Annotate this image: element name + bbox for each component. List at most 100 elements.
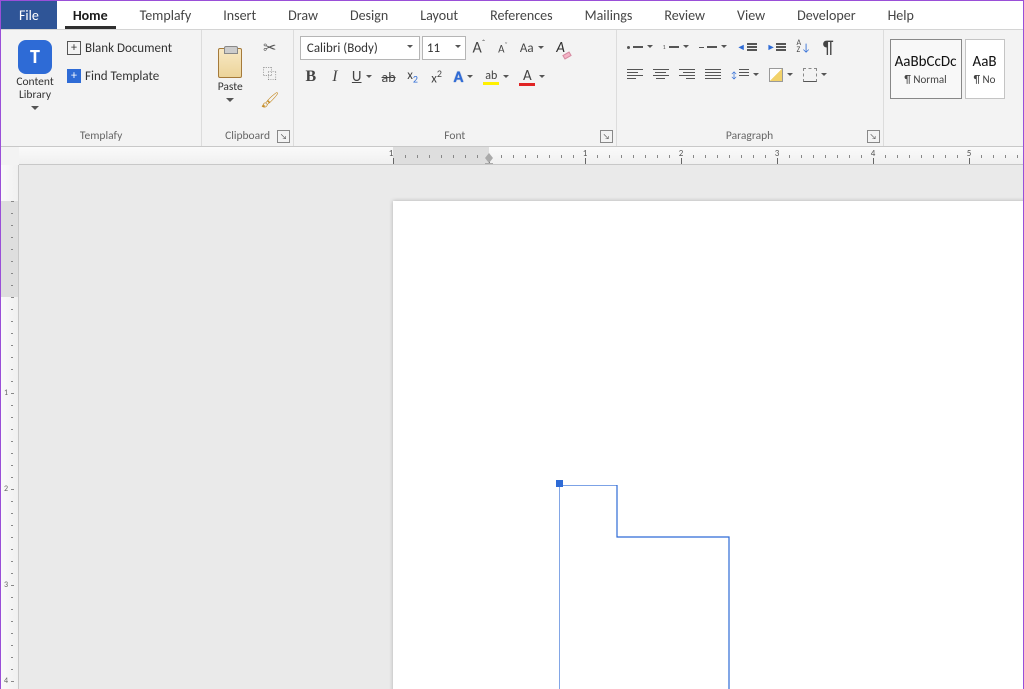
paragraph-dialog-launcher[interactable]: ↘ [867, 130, 880, 143]
decrease-indent-icon: ◄ [737, 42, 757, 53]
sort-button[interactable]: AZ↓ [792, 36, 815, 58]
strikethrough-button[interactable]: ab [378, 66, 400, 88]
brush-icon: 🖌 [260, 91, 279, 110]
italic-icon: I [332, 68, 337, 86]
align-center-button[interactable] [649, 64, 673, 86]
tab-insert[interactable]: Insert [207, 1, 272, 29]
tab-file[interactable]: File [1, 1, 57, 29]
show-marks-button[interactable]: ¶ [817, 36, 839, 58]
text-effects-button[interactable]: A [450, 66, 478, 88]
align-right-icon [679, 69, 695, 82]
bold-button[interactable]: B [300, 66, 322, 88]
justify-button[interactable] [701, 64, 725, 86]
content-library-label: Content Library [16, 76, 53, 102]
blank-document-button[interactable]: + Blank Document [67, 37, 172, 59]
style-preview: AaBbCcDc [895, 53, 957, 71]
style-no-spacing[interactable]: AaB ¶ No [965, 39, 1005, 99]
group-paragraph: 1 ◄ ► AZ↓ ¶ ↕ Paragraph ↘ [617, 30, 884, 146]
shading-icon [769, 68, 783, 82]
shape-handle-start[interactable] [556, 480, 563, 487]
tab-developer[interactable]: Developer [781, 1, 871, 29]
templafy-logo-icon: T [18, 40, 52, 74]
shrink-font-button[interactable]: Aˇ [492, 37, 514, 59]
subscript-button[interactable]: x2 [402, 66, 424, 88]
ribbon-tabs: File Home Templafy Insert Draw Design La… [1, 1, 1023, 30]
tab-draw[interactable]: Draw [272, 1, 334, 29]
tab-templafy[interactable]: Templafy [124, 1, 208, 29]
scissors-icon: ✂ [263, 38, 276, 58]
highlight-icon: ab [483, 70, 499, 85]
decrease-indent-button[interactable]: ◄ [733, 36, 761, 58]
line-spacing-button[interactable]: ↕ [727, 64, 763, 86]
align-right-button[interactable] [675, 64, 699, 86]
paste-label: Paste [218, 80, 243, 94]
increase-indent-button[interactable]: ► [763, 36, 791, 58]
group-label-styles [890, 126, 1017, 146]
plus-icon: + [67, 41, 81, 55]
tab-layout[interactable]: Layout [404, 1, 474, 29]
freeform-shape[interactable] [559, 485, 794, 689]
font-name-value: Calibri (Body) [307, 41, 378, 56]
group-templafy: T Content Library + Blank Document + Fin… [1, 30, 202, 146]
grow-font-icon: Aˆ [472, 38, 485, 57]
tab-mailings[interactable]: Mailings [569, 1, 649, 29]
bullets-button[interactable] [623, 36, 657, 58]
superscript-button[interactable]: x2 [426, 66, 448, 88]
find-template-button[interactable]: + Find Template [67, 65, 172, 87]
line-spacing-icon: ↕ [731, 69, 749, 82]
highlight-button[interactable]: ab [479, 66, 513, 88]
shrink-font-icon: Aˇ [498, 41, 508, 56]
font-color-button[interactable]: A [515, 66, 549, 88]
copy-button[interactable]: ⿻ [256, 63, 283, 85]
tab-review[interactable]: Review [648, 1, 721, 29]
cut-button[interactable]: ✂ [256, 37, 283, 59]
pilcrow-icon: ¶ [823, 36, 834, 58]
tab-home[interactable]: Home [57, 1, 124, 29]
clipboard-dialog-launcher[interactable]: ↘ [277, 130, 290, 143]
numbering-button[interactable]: 1 [659, 36, 693, 58]
content-library-button[interactable]: T Content Library [7, 33, 63, 121]
strikethrough-icon: ab [382, 69, 396, 86]
align-left-button[interactable] [623, 64, 647, 86]
bold-icon: B [306, 68, 317, 86]
group-clipboard: Paste ✂ ⿻ 🖌 Clipboard ↘ [202, 30, 294, 146]
workspace: 1234 [1, 165, 1023, 689]
group-font: Calibri (Body) 11 Aˆ Aˇ Aa A B I U ab x2… [294, 30, 617, 146]
find-template-label: Find Template [85, 69, 159, 84]
group-label-paragraph: Paragraph [623, 126, 877, 146]
document-canvas[interactable] [19, 165, 1023, 689]
plus-fill-icon: + [67, 69, 81, 83]
grow-font-button[interactable]: Aˆ [468, 37, 490, 59]
style-preview: AaB [973, 53, 997, 71]
multilevel-button[interactable] [695, 36, 731, 58]
underline-button[interactable]: U [348, 66, 376, 88]
vertical-ruler[interactable]: 1234 [1, 165, 19, 689]
borders-button[interactable] [799, 64, 831, 86]
group-label-templafy: Templafy [7, 126, 195, 146]
tab-help[interactable]: Help [872, 1, 930, 29]
horizontal-ruler[interactable]: 1123456 [19, 147, 1023, 165]
sort-icon: AZ↓ [796, 40, 811, 54]
align-center-icon [653, 69, 669, 82]
style-name: ¶ Normal [904, 73, 946, 86]
font-dialog-launcher[interactable]: ↘ [600, 130, 613, 143]
italic-button[interactable]: I [324, 66, 346, 88]
tab-references[interactable]: References [474, 1, 568, 29]
borders-icon [803, 68, 817, 82]
underline-icon: U [352, 68, 362, 86]
font-name-combo[interactable]: Calibri (Body) [300, 36, 420, 60]
ribbon: T Content Library + Blank Document + Fin… [1, 30, 1023, 147]
justify-icon [705, 69, 721, 82]
copy-icon: ⿻ [263, 64, 277, 84]
format-painter-button[interactable]: 🖌 [256, 89, 283, 111]
tab-design[interactable]: Design [334, 1, 404, 29]
tab-view[interactable]: View [721, 1, 781, 29]
style-normal[interactable]: AaBbCcDc ¶ Normal [890, 39, 962, 99]
clear-formatting-button[interactable]: A [550, 37, 572, 59]
shading-button[interactable] [765, 64, 797, 86]
change-case-button[interactable]: Aa [516, 37, 548, 59]
eraser-icon: A [556, 39, 565, 57]
paste-button[interactable]: Paste [208, 33, 252, 121]
numbering-icon: 1 [663, 43, 679, 51]
font-size-combo[interactable]: 11 [422, 36, 466, 60]
